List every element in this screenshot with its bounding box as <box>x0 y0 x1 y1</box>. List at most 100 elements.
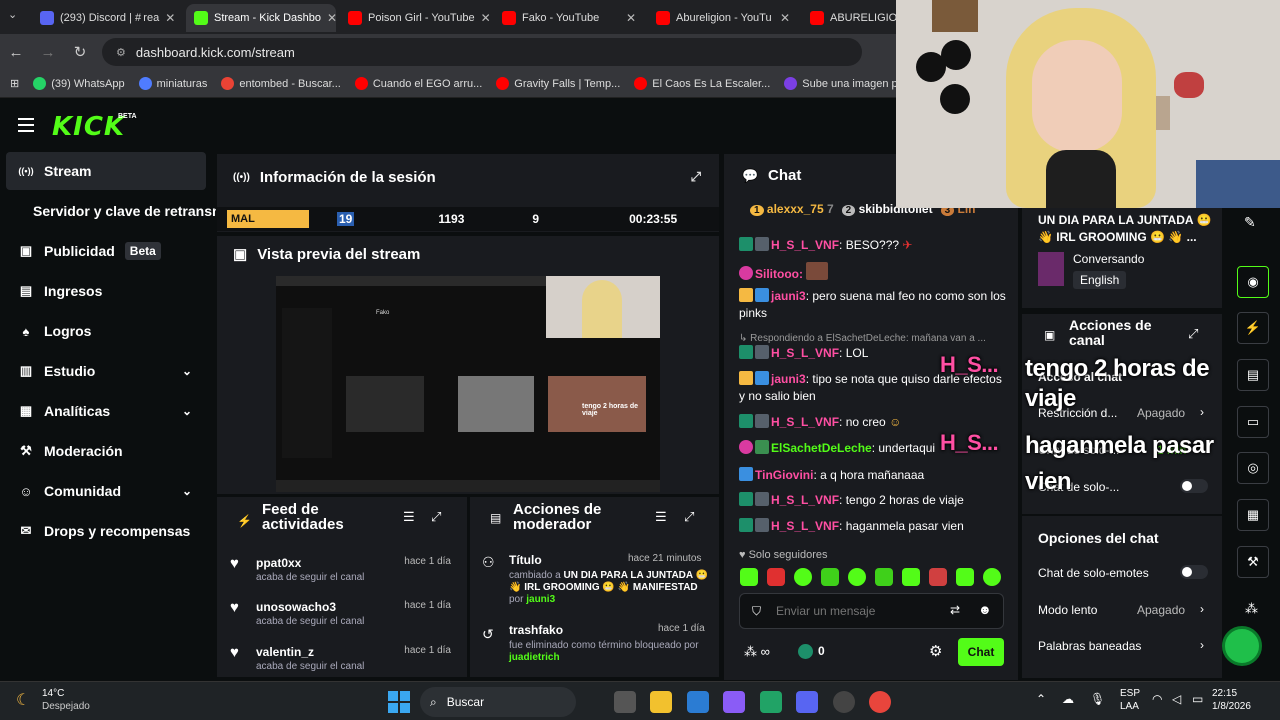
video-icon[interactable]: ▦ <box>1237 499 1269 531</box>
broadcast-icon[interactable]: ◎ <box>1237 452 1269 484</box>
bookmark-item[interactable]: El Caos Es La Escaler... <box>634 77 770 90</box>
emote-icon[interactable] <box>740 568 758 586</box>
mod-user-link[interactable]: juadietrich <box>509 652 560 663</box>
emote-icon[interactable] <box>956 568 974 586</box>
mic-icon[interactable]: 🎙 <box>1090 692 1105 706</box>
close-icon[interactable]: ✕ <box>327 11 336 25</box>
chevron-right-icon[interactable]: › <box>1200 602 1204 616</box>
translate-icon[interactable]: ⇄ <box>950 603 960 617</box>
emote-icon[interactable] <box>767 568 785 586</box>
chat-input-box[interactable]: ⛉ ⇄ ☻ <box>739 593 1004 629</box>
sidebar-item-analytics[interactable]: ▦ Analíticas ⌄ <box>6 392 206 430</box>
headset-icon[interactable] <box>1222 626 1262 666</box>
reload-icon[interactable]: ↻ <box>64 43 96 61</box>
obs-icon[interactable] <box>833 691 855 713</box>
chat-username[interactable]: TinGiovini <box>755 468 813 482</box>
sidebar-item-moderation[interactable]: ⚒ Moderación <box>6 432 206 470</box>
expand-icon[interactable]: ⤢ <box>691 169 701 185</box>
discord-icon[interactable] <box>796 691 818 713</box>
chat-username[interactable]: ElSachetDeLeche <box>771 441 872 455</box>
browser-tab[interactable]: Abureligion - YouTu ✕ <box>648 4 798 32</box>
browser-tab[interactable]: (293) Discord | # rea ✕ <box>32 4 182 32</box>
chat-username[interactable]: jauni3 <box>771 372 806 386</box>
edit-icon[interactable]: ✎ <box>1244 214 1256 231</box>
filter-icon[interactable]: ☰ <box>655 509 667 525</box>
chat-bubble-icon[interactable]: ▭ <box>1237 406 1269 438</box>
feed-user[interactable]: valentin_z <box>256 645 314 659</box>
chrome-icon[interactable] <box>869 691 891 713</box>
slow-mode-value[interactable]: Apagado <box>1137 603 1185 617</box>
sidebar-item-achievements[interactable]: ♠ Logros <box>6 312 206 350</box>
chevron-right-icon[interactable]: › <box>1200 638 1204 652</box>
close-icon[interactable]: ✕ <box>481 11 490 25</box>
expand-icon[interactable]: ⤢ <box>1188 326 1198 342</box>
emote-icon[interactable] <box>848 568 866 586</box>
bookmark-item[interactable]: Cuando el EGO arru... <box>354 77 482 90</box>
sidebar-item-studio[interactable]: ▥ Estudio ⌄ <box>6 352 206 390</box>
forward-icon[interactable]: → <box>32 44 64 61</box>
feed-user[interactable]: ppat0xx <box>256 556 301 570</box>
chat-username[interactable]: H_S_L_VNF <box>771 346 839 360</box>
stream-preview-video[interactable]: Fako tengo 2 horas de viaje <box>276 276 660 492</box>
bolt-icon[interactable]: ⚡ <box>1237 312 1269 344</box>
taskbar-search[interactable]: ⌕ Buscar <box>420 687 576 717</box>
emote-icon[interactable] <box>929 568 947 586</box>
copilot-icon[interactable] <box>723 691 745 713</box>
wifi-icon[interactable]: ◠ <box>1152 692 1162 706</box>
menu-icon[interactable] <box>18 118 34 132</box>
emoji-icon[interactable]: ☻ <box>978 602 992 617</box>
chat-username[interactable]: H_S_L_VNF <box>771 238 839 252</box>
browser-tab[interactable]: ABURELIGION - <box>802 4 902 32</box>
sidebar-item-server-key[interactable]: Servidor y clave de retransm <box>6 192 216 230</box>
expand-icon[interactable]: ⤢ <box>431 509 441 525</box>
close-icon[interactable]: ✕ <box>780 11 790 25</box>
browser-tab[interactable]: Fako - YouTube ✕ <box>494 4 644 32</box>
apps-icon[interactable]: ⊞ <box>10 77 19 90</box>
url-field[interactable]: ⚙ dashboard.kick.com/stream <box>102 38 862 66</box>
sidebar-item-community[interactable]: ☺ Comunidad ⌄ <box>6 472 206 510</box>
wrench-icon[interactable]: ⚒ <box>1237 546 1269 578</box>
top-supporter[interactable]: 1 alexxx_75 7 <box>750 202 834 222</box>
chat-username[interactable]: H_S_L_VNF <box>771 519 839 533</box>
emotes-only-toggle[interactable] <box>1180 565 1208 579</box>
taskview-icon[interactable] <box>614 691 636 713</box>
clock-time[interactable]: 22:15 <box>1212 688 1237 699</box>
kick-logo[interactable]: KICK <box>52 112 125 142</box>
emote-icon[interactable] <box>983 568 1001 586</box>
close-icon[interactable]: ✕ <box>626 11 636 25</box>
viewers-icon[interactable]: ⁂ ∞ <box>744 644 770 660</box>
bookmark-item[interactable]: (39) WhatsApp <box>33 77 125 90</box>
chat-username[interactable]: H_S_L_VNF <box>771 493 839 507</box>
weather-temp[interactable]: 14°C <box>42 688 64 699</box>
sidebar-item-drops[interactable]: ✉ Drops y recompensas <box>6 512 206 550</box>
send-chat-button[interactable]: Chat <box>958 638 1004 666</box>
expand-icon[interactable]: ⤢ <box>684 509 694 525</box>
sidebar-item-ads[interactable]: ▣ Publicidad Beta <box>6 232 206 270</box>
word-icon[interactable] <box>687 691 709 713</box>
notes-icon[interactable]: ▤ <box>1237 359 1269 391</box>
tray-cloud-icon[interactable]: ☁ <box>1062 692 1074 706</box>
share-icon[interactable]: ⁂ <box>1245 601 1258 617</box>
chat-message-input[interactable] <box>776 600 936 622</box>
explorer-icon[interactable] <box>650 691 672 713</box>
bookmark-item[interactable]: miniaturas <box>138 77 207 90</box>
excel-icon[interactable] <box>760 691 782 713</box>
camera-icon[interactable]: ◉ <box>1237 266 1269 298</box>
back-icon[interactable]: ← <box>0 44 32 61</box>
tab-search-icon[interactable]: ⌄ <box>8 8 17 21</box>
filter-icon[interactable]: ☰ <box>403 509 415 525</box>
emote-icon[interactable] <box>821 568 839 586</box>
emote-icon[interactable] <box>902 568 920 586</box>
chat-username[interactable]: Silitooo: <box>755 267 803 281</box>
bookmark-item[interactable]: entombed - Buscar... <box>221 77 341 90</box>
mod-user-link[interactable]: jauni3 <box>526 594 555 605</box>
sidebar-item-income[interactable]: ▤ Ingresos <box>6 272 206 310</box>
site-info-icon[interactable]: ⚙ <box>116 46 126 59</box>
settings-gear-icon[interactable]: ⚙ <box>929 642 942 660</box>
bookmark-item[interactable]: Gravity Falls | Temp... <box>496 77 620 90</box>
battery-icon[interactable]: ▭ <box>1192 692 1203 706</box>
emote-icon[interactable] <box>875 568 893 586</box>
close-icon[interactable]: ✕ <box>165 11 175 25</box>
feed-user[interactable]: unosowacho3 <box>256 600 336 614</box>
chat-username[interactable]: H_S_L_VNF <box>771 415 839 429</box>
